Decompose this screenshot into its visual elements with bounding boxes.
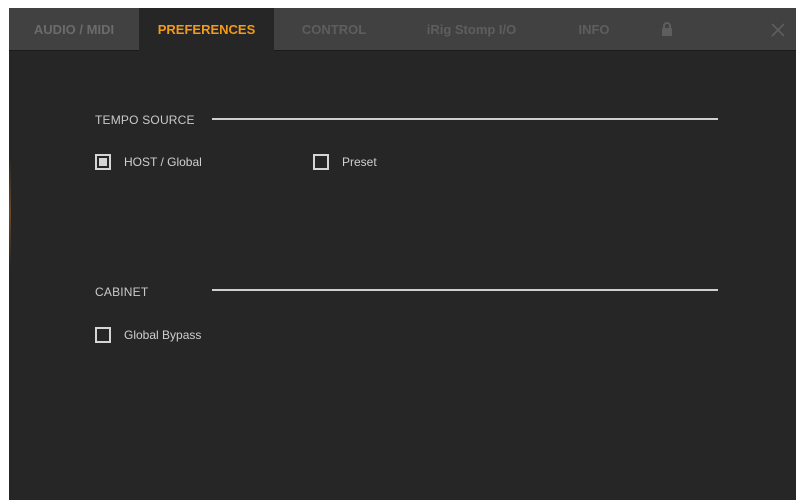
checkbox-checked-mark: [99, 158, 107, 166]
global-bypass-checkbox[interactable]: Global Bypass: [95, 327, 201, 343]
close-icon[interactable]: [767, 19, 789, 41]
lock-icon[interactable]: [661, 22, 673, 36]
tempo-source-divider: [212, 118, 718, 120]
edge-highlight: [9, 158, 11, 268]
tab-audio-midi[interactable]: AUDIO / MIDI: [9, 8, 139, 50]
preset-label: Preset: [342, 155, 377, 169]
cabinet-title: CABINET: [95, 285, 149, 299]
preset-checkbox[interactable]: Preset: [313, 154, 377, 170]
tab-info[interactable]: INFO: [549, 8, 639, 50]
tab-irig-stomp-io[interactable]: iRig Stomp I/O: [394, 8, 549, 50]
preferences-window: AUDIO / MIDI PREFERENCES CONTROL iRig St…: [9, 8, 796, 500]
checkbox-box[interactable]: [95, 154, 111, 170]
host-global-label: HOST / Global: [124, 155, 202, 169]
global-bypass-label: Global Bypass: [124, 328, 202, 342]
tab-control[interactable]: CONTROL: [274, 8, 394, 50]
tab-preferences[interactable]: PREFERENCES: [139, 8, 274, 51]
tempo-source-title: TEMPO SOURCE: [95, 113, 195, 127]
checkbox-box[interactable]: [95, 327, 111, 343]
tab-bar: AUDIO / MIDI PREFERENCES CONTROL iRig St…: [9, 8, 796, 51]
checkbox-box[interactable]: [313, 154, 329, 170]
host-global-checkbox[interactable]: HOST / Global: [95, 154, 202, 170]
cabinet-divider: [212, 289, 718, 291]
